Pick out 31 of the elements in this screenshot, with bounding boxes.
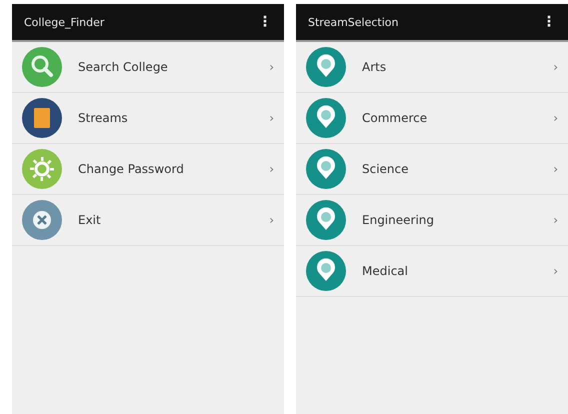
- chevron: ›: [269, 213, 274, 227]
- menu-item[interactable]: Science ›: [296, 144, 568, 195]
- overflow-menu-button[interactable]: ⋮: [256, 14, 274, 30]
- chevron: ›: [553, 213, 558, 227]
- menu-item[interactable]: Exit ›: [12, 195, 284, 246]
- menu-item[interactable]: Medical ›: [296, 246, 568, 297]
- screen-title: StreamSelection: [308, 16, 398, 28]
- menu-item[interactable]: Streams ›: [12, 93, 284, 144]
- screen-title: College_Finder: [24, 16, 104, 28]
- menu-item[interactable]: Search College ›: [12, 42, 284, 93]
- menu-item-label: Science: [362, 162, 410, 176]
- chevron: ›: [269, 111, 274, 125]
- menu-item-label: Change Password: [78, 162, 185, 176]
- chevron: ›: [553, 264, 558, 278]
- menu-item-label: Commerce: [362, 111, 428, 125]
- chevron: ›: [269, 60, 274, 74]
- menu-item-label: Exit: [78, 213, 102, 227]
- menu-item-label: Medical: [362, 264, 409, 278]
- menu-item-label: Streams: [78, 111, 129, 125]
- chevron: ›: [553, 60, 558, 74]
- overflow-menu-button[interactable]: ⋮: [540, 14, 558, 30]
- chevron: ›: [269, 162, 274, 176]
- chevron: ›: [553, 162, 558, 176]
- menu-item-label: Engineering: [362, 213, 435, 227]
- menu-item-label: Arts: [362, 60, 388, 74]
- menu-item[interactable]: Change Password ›: [12, 144, 284, 195]
- menu-item[interactable]: Commerce ›: [296, 93, 568, 144]
- menu-item[interactable]: Arts ›: [296, 42, 568, 93]
- menu-item-label: Search College: [78, 60, 169, 74]
- menu-item[interactable]: Engineering ›: [296, 195, 568, 246]
- chevron: ›: [553, 111, 558, 125]
